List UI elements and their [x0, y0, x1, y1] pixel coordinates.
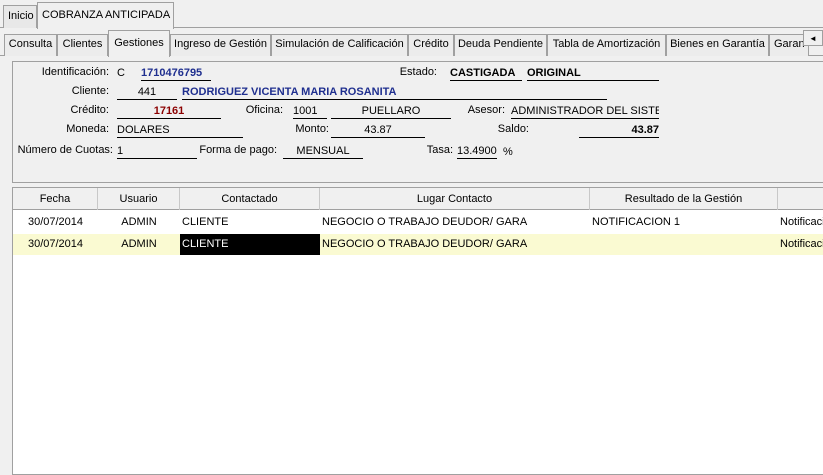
cliente-label: Cliente:: [71, 85, 109, 97]
tab-scroll-left-button[interactable]: ◄: [803, 30, 823, 46]
gestiones-grid[interactable]: Fecha Usuario Contactado Lugar Contacto …: [12, 187, 823, 475]
cell-fecha: 30/07/2014: [27, 216, 84, 228]
tab-deuda-pendiente[interactable]: Deuda Pendiente: [454, 34, 547, 56]
estado-valor: CASTIGADA: [450, 66, 522, 81]
asesor-valor: ADMINISTRADOR DEL SISTEMA: [511, 104, 659, 119]
tab-simulacion-calificacion[interactable]: Simulación de Calificación: [271, 34, 408, 56]
identificacion-label: Identificación:: [41, 66, 109, 78]
monto-label: Monto:: [295, 123, 329, 135]
credit-info-panel: Identificación: C 1710476795 Estado: CAS…: [12, 61, 823, 183]
cell-resultado: [590, 234, 778, 255]
col-header-resultado[interactable]: Resultado de la Gestión: [590, 188, 778, 210]
oficina-nombre: PUELLARO: [331, 104, 451, 119]
cell-lugar-contacto: NEGOCIO O TRABAJO DEUDOR/ GARA: [322, 216, 528, 228]
col-header-usuario[interactable]: Usuario: [98, 188, 180, 210]
estado-label: Estado:: [399, 66, 437, 78]
cell-extra: Notificaci: [780, 216, 823, 228]
cliente-nombre: RODRIGUEZ VICENTA MARIA ROSANITA: [182, 85, 607, 100]
tasa-label: Tasa:: [426, 144, 453, 156]
tab-clientes[interactable]: Clientes: [57, 34, 108, 56]
cell-fecha: 30/07/2014: [27, 238, 84, 250]
table-row[interactable]: 30/07/2014 ADMIN CLIENTE NEGOCIO O TRABA…: [13, 212, 823, 233]
saldo-label: Saldo:: [497, 123, 529, 135]
identificacion-tipo: C: [117, 67, 125, 79]
forma-pago-label: Forma de pago:: [199, 144, 277, 156]
credito-label: Crédito:: [70, 104, 109, 116]
oficina-codigo: 1001: [293, 104, 327, 119]
grid-header: Fecha Usuario Contactado Lugar Contacto …: [13, 188, 823, 210]
moneda-valor: DOLARES: [117, 123, 243, 138]
tasa-valor: 13.4900: [457, 145, 497, 159]
numero-cuotas-label: Número de Cuotas:: [17, 144, 113, 156]
numero-cuotas-valor: 1: [117, 144, 197, 159]
tab-credito[interactable]: Crédito: [408, 34, 454, 56]
moneda-label: Moneda:: [66, 123, 109, 135]
credito-valor: 17161: [117, 104, 221, 119]
tab-ingreso-gestion[interactable]: Ingreso de Gestión: [170, 34, 271, 56]
col-header-lugar-contacto[interactable]: Lugar Contacto: [320, 188, 590, 210]
cell-usuario: ADMIN: [121, 216, 157, 228]
arrow-left-icon: ◄: [809, 33, 817, 43]
cell-contactado: CLIENTE: [182, 216, 229, 228]
col-header-fecha[interactable]: Fecha: [13, 188, 98, 210]
main-tab-bar: Inicio COBRANZA ANTICIPADA: [0, 0, 823, 29]
identificacion-valor: 1710476795: [141, 66, 211, 81]
tab-consulta[interactable]: Consulta: [4, 34, 57, 56]
tab-tabla-amortizacion[interactable]: Tabla de Amortización: [547, 34, 666, 56]
sub-tab-bar: Consulta Clientes Gestiones Ingreso de G…: [0, 28, 823, 57]
tasa-unit: %: [503, 146, 513, 158]
tab-gestiones[interactable]: Gestiones: [108, 30, 170, 57]
tab-bienes-garantia[interactable]: Bienes en Garantía: [666, 34, 769, 56]
oficina-label: Oficina:: [245, 104, 283, 116]
col-header-contactado[interactable]: Contactado: [180, 188, 320, 210]
cell-resultado: NOTIFICACION 1: [592, 216, 681, 228]
cliente-codigo: 441: [117, 85, 177, 100]
cell-usuario: ADMIN: [121, 238, 157, 250]
table-row-selected[interactable]: 30/07/2014 ADMIN CLIENTE NEGOCIO O TRABA…: [13, 234, 823, 255]
col-header-extra[interactable]: [778, 188, 823, 210]
cell-contactado-selected[interactable]: CLIENTE: [180, 234, 320, 255]
asesor-label: Asesor:: [467, 104, 505, 116]
forma-pago-valor: MENSUAL: [283, 144, 363, 159]
cell-extra: Notificaci: [780, 238, 823, 250]
cell-lugar-contacto: NEGOCIO O TRABAJO DEUDOR/ GARA: [322, 238, 528, 250]
estado-origen: ORIGINAL: [527, 66, 659, 81]
saldo-valor: 43.87: [579, 123, 659, 138]
tab-cobranza-anticipada[interactable]: COBRANZA ANTICIPADA: [37, 2, 174, 29]
tab-inicio[interactable]: Inicio: [3, 5, 37, 28]
monto-valor: 43.87: [331, 123, 425, 138]
